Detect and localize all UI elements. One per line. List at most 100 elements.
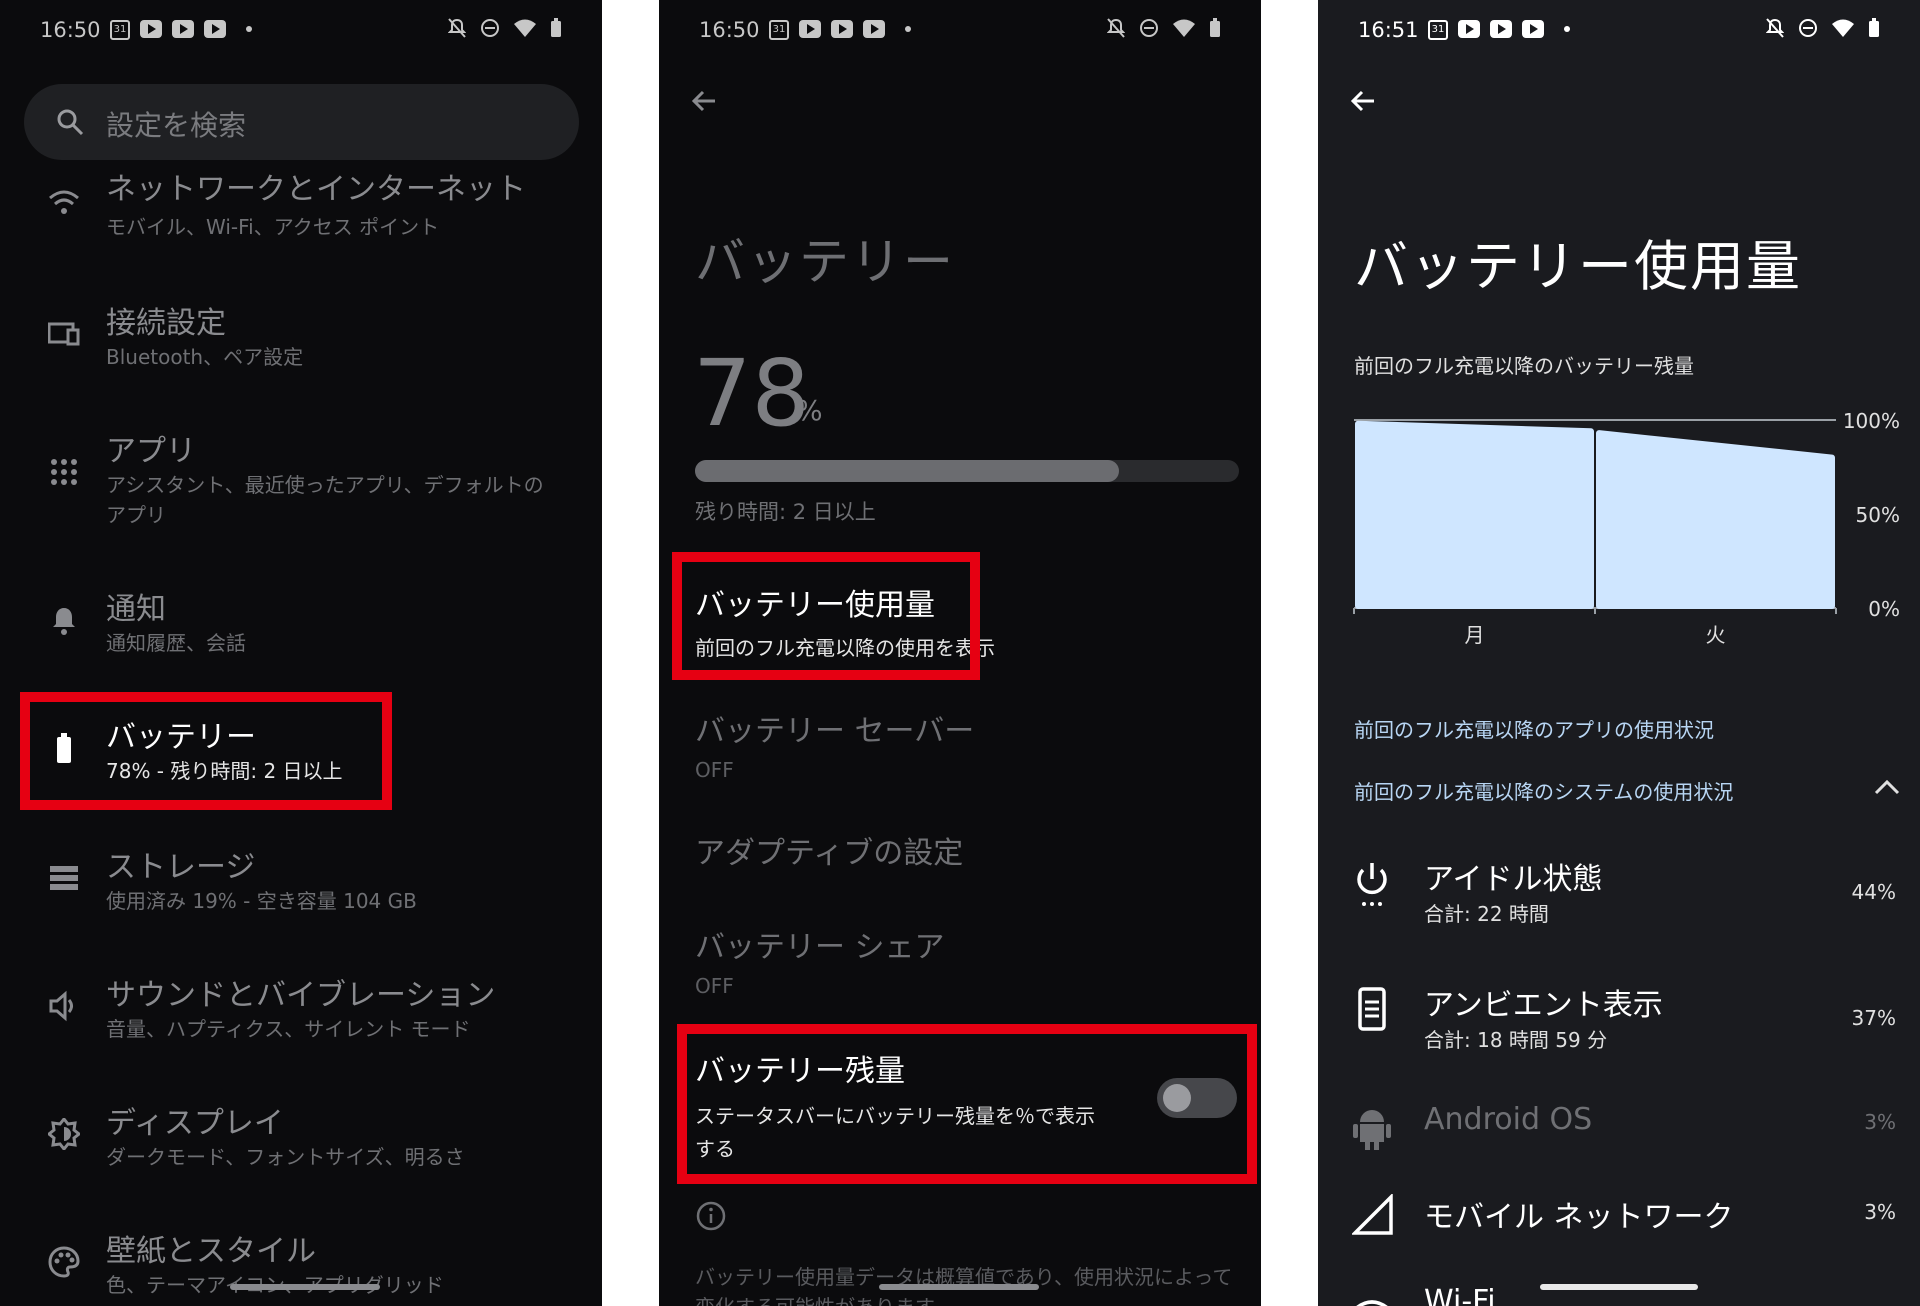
settings-item-apps[interactable]: アプリ アシスタント、最近使ったアプリ、デフォルトの アプリ — [0, 426, 602, 536]
battery-level-fill — [695, 460, 1120, 482]
dnd-icon — [481, 19, 499, 37]
bell-icon — [53, 608, 75, 635]
back-arrow-icon[interactable] — [1348, 86, 1378, 116]
settings-item-title: ストレージ — [106, 850, 256, 885]
wifi-signal-icon — [1832, 19, 1854, 37]
info-icon — [696, 1201, 726, 1231]
battery-percentage: 78 — [693, 340, 811, 447]
settings-item-subtitle: Bluetooth、ペア設定 — [106, 345, 304, 369]
usage-row-title: モバイル ネットワーク — [1424, 1200, 1734, 1235]
usage-row-mobile-network[interactable]: モバイル ネットワーク 3% — [1318, 1192, 1920, 1262]
usage-row-android-os[interactable]: Android OS 3% — [1318, 1102, 1920, 1172]
battery-saver-item[interactable]: バッテリー セーバー OFF — [695, 706, 974, 782]
dnd-icon — [1799, 19, 1817, 37]
settings-item-subtitle: ダークモード、フォントサイズ、明るさ — [106, 1145, 465, 1169]
notification-dot-icon — [246, 26, 252, 32]
battery-status-icon — [1869, 18, 1879, 37]
status-time: 16:51 — [1358, 18, 1419, 42]
apps-grid-icon — [51, 459, 77, 485]
usage-row-subtitle: 合計: 18 時間 59 分 — [1424, 1028, 1608, 1052]
chart-area-segment — [1355, 420, 1594, 609]
usage-row-idle[interactable]: アイドル状態 合計: 22 時間 44% — [1318, 854, 1920, 944]
battery-level-bar — [695, 460, 1239, 482]
settings-item-display[interactable]: ディスプレイ ダークモード、フォントサイズ、明るさ — [0, 1098, 602, 1178]
youtube-icon — [172, 20, 194, 38]
settings-item-title: アプリ — [106, 434, 196, 469]
calendar-icon: 31 — [110, 20, 130, 40]
settings-item-subtitle: 音量、ハプティクス、サイレント モード — [106, 1017, 471, 1041]
youtube-icon — [1458, 20, 1480, 38]
brightness-icon — [48, 1118, 80, 1150]
android-icon — [1353, 1110, 1391, 1150]
usage-row-title: Android OS — [1424, 1102, 1593, 1137]
settings-item-title: 接続設定 — [106, 306, 226, 341]
gesture-nav-bar[interactable] — [230, 1284, 380, 1290]
battery-screen: 16:50 31 バッテリー 78 % 残り時間: 2 日以上 バッテリー使用量… — [659, 0, 1261, 1306]
youtube-icon — [863, 20, 885, 38]
bell-off-icon — [1107, 18, 1125, 38]
usage-row-percent: 37% — [1851, 1006, 1896, 1030]
settings-item-title: 通知 — [106, 592, 166, 627]
gesture-nav-bar[interactable] — [1540, 1284, 1698, 1290]
usage-row-percent: 3% — [1864, 1200, 1896, 1224]
phone-display-icon — [1358, 987, 1386, 1031]
notification-dot-icon — [905, 26, 911, 32]
item-title: アダプティブの設定 — [695, 836, 964, 871]
item-title: バッテリー シェア — [695, 930, 945, 965]
status-bar: 16:50 31 — [699, 14, 1221, 48]
devices-icon — [48, 322, 80, 346]
settings-item-network[interactable]: ネットワークとインターネット モバイル、Wi-Fi、アクセス ポイント — [0, 168, 602, 248]
wifi-icon — [49, 190, 79, 214]
search-placeholder: 設定を検索 — [106, 109, 247, 142]
settings-item-connected-devices[interactable]: 接続設定 Bluetooth、ペア設定 — [0, 298, 602, 378]
storage-icon — [50, 866, 78, 890]
settings-item-wallpaper[interactable]: 壁紙とスタイル 色、テーマアイコン、アプリグリッド — [0, 1226, 602, 1306]
wifi-signal-icon — [1173, 19, 1195, 37]
battery-status-icon — [551, 18, 561, 37]
app-usage-section-header[interactable]: 前回のフル充電以降のアプリの使用状況 — [1354, 714, 1714, 743]
gesture-nav-bar[interactable] — [879, 1284, 1039, 1290]
settings-search-bar[interactable]: 設定を検索 — [24, 84, 579, 160]
settings-item-storage[interactable]: ストレージ 使用済み 19% - 空き容量 104 GB — [0, 842, 602, 922]
wifi-signal-icon — [514, 19, 536, 37]
usage-row-percent: 44% — [1851, 880, 1896, 904]
dnd-icon — [1140, 19, 1158, 37]
battery-share-item[interactable]: バッテリー シェア OFF — [695, 922, 945, 998]
status-time: 16:50 — [40, 18, 101, 42]
page-title: バッテリー使用量 — [1354, 235, 1802, 298]
usage-row-title: Wi-Fi — [1424, 1284, 1496, 1306]
item-subtitle: OFF — [695, 974, 734, 998]
settings-item-title: ネットワークとインターネット — [106, 172, 526, 207]
settings-item-subtitle: モバイル、Wi-Fi、アクセス ポイント — [106, 215, 440, 239]
bell-off-icon — [448, 18, 466, 38]
status-time: 16:50 — [699, 18, 760, 42]
settings-item-subtitle: 使用済み 19% - 空き容量 104 GB — [106, 889, 417, 913]
battery-status-icon — [1210, 18, 1220, 37]
chart-x-tick-label: 月 — [1465, 623, 1485, 647]
speaker-icon — [49, 990, 73, 1022]
back-arrow-icon[interactable] — [689, 86, 719, 116]
settings-item-notifications[interactable]: 通知 通知履歴、会話 — [0, 584, 602, 664]
highlight-box — [677, 1024, 1257, 1184]
notification-dot-icon — [1564, 26, 1570, 32]
settings-item-sound[interactable]: サウンドとバイブレーション 音量、ハプティクス、サイレント モード — [0, 970, 602, 1050]
youtube-icon — [204, 20, 226, 38]
settings-item-subtitle: アシスタント、最近使ったアプリ、デフォルトの — [106, 473, 544, 497]
chart-x-tick-label: 火 — [1706, 623, 1726, 647]
youtube-icon — [831, 20, 853, 38]
usage-row-title: アンビエント表示 — [1424, 988, 1663, 1023]
settings-item-subtitle: 通知履歴、会話 — [106, 631, 246, 655]
calendar-icon: 31 — [1428, 20, 1448, 40]
settings-item-title: サウンドとバイブレーション — [106, 978, 496, 1013]
chart-y-tick-label: 100% — [1843, 409, 1900, 433]
usage-row-ambient-display[interactable]: アンビエント表示 合計: 18 時間 59 分 37% — [1318, 980, 1920, 1070]
chart-y-tick-label: 0% — [1868, 597, 1900, 621]
chevron-up-icon[interactable] — [1874, 778, 1900, 796]
status-bar: 16:50 31 — [40, 14, 562, 48]
youtube-icon — [1522, 20, 1544, 38]
usage-row-title: アイドル状態 — [1424, 862, 1603, 897]
adaptive-settings-item[interactable]: アダプティブの設定 — [695, 828, 963, 872]
battery-percentage-unit: % — [796, 394, 823, 427]
signal-icon — [1352, 1194, 1393, 1235]
system-usage-section-header[interactable]: 前回のフル充電以降のシステムの使用状況 — [1354, 776, 1733, 805]
